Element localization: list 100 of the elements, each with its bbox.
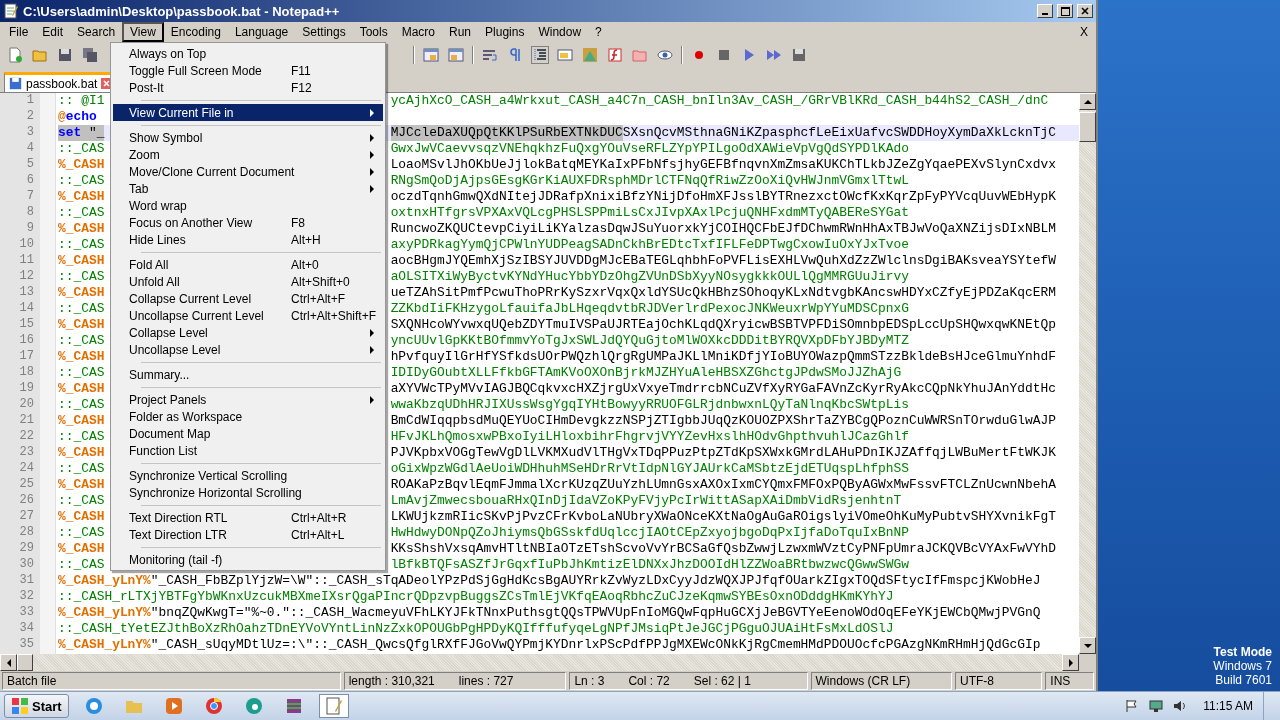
scrollbar-thumb[interactable] — [1079, 112, 1096, 142]
line-number: 20 — [18, 397, 35, 413]
menu-option[interactable]: Word wrap — [113, 197, 383, 214]
menu-item[interactable]: File — [2, 23, 36, 41]
close-document-button[interactable]: X — [1074, 25, 1094, 39]
menu-option[interactable]: Hide Lines Alt+H — [113, 231, 383, 248]
start-button[interactable]: Start — [4, 694, 69, 718]
menu-option[interactable]: Fold All Alt+0 — [113, 256, 383, 273]
scrollbar-thumb[interactable] — [17, 654, 33, 671]
scroll-down-button[interactable] — [1079, 637, 1096, 654]
eye-icon — [657, 47, 673, 63]
close-button[interactable] — [1077, 4, 1093, 18]
code-text: yncUUvlGpKKtBOfmmvYoTgJxSWLJdQYQuGjtoMlWOXkcDDDitBYRQVXpDFbYJBDyMTZ — [390, 333, 909, 349]
menu-item[interactable]: Settings — [295, 23, 353, 41]
code-text: %_CASH_yLnY% — [58, 573, 151, 589]
line-number: 10 — [18, 237, 35, 253]
menu-option[interactable]: Text Direction RTL Ctrl+Alt+R — [113, 509, 383, 526]
shortcut-text: Ctrl+Alt+F — [291, 291, 346, 306]
window-button[interactable] — [447, 46, 465, 64]
menu-option[interactable]: Tab — [113, 180, 383, 197]
menu-option[interactable]: Zoom — [113, 146, 383, 163]
code-text: ZZKbdIiFKHzygoLfauifaJbLHqeqdvtbRJDVerlrdPexocJNKWeuxrWpYYuMDSCpnxG — [390, 301, 909, 317]
line-number: 11 — [18, 253, 35, 269]
shortcut-text: F12 — [291, 80, 313, 95]
menu-item[interactable]: Search — [70, 23, 123, 41]
minimize-button[interactable] — [1037, 4, 1053, 18]
scroll-up-button[interactable] — [1079, 93, 1096, 110]
desktop-notice: Test Mode — [1213, 645, 1272, 659]
menu-item[interactable]: View — [122, 22, 164, 42]
menu-item[interactable]: ? — [588, 23, 609, 41]
menu-option[interactable]: Document Map — [113, 425, 383, 442]
floppy-button[interactable] — [790, 46, 808, 64]
menu-option[interactable]: Move/Clone Current Document — [113, 163, 383, 180]
menu-option[interactable]: Unfold All Alt+Shift+0 — [113, 273, 383, 290]
code-text: ::_CAS — [58, 237, 105, 253]
line-number: 8 — [25, 205, 35, 221]
code-text: SXQNHcoWYvwxqUQebZDYTmuIVSPaUJRTEajOchKLqdQXryicwBSBTVPFDiSOmnbpEDSpLccUpSHQwxqwKNEtQp — [390, 317, 1056, 333]
menu-item[interactable]: Window — [531, 23, 589, 41]
menu-item[interactable]: Run — [442, 23, 479, 41]
map-button[interactable] — [581, 46, 599, 64]
code-text: ::_CAS — [58, 461, 105, 477]
menu-option[interactable]: Synchronize Vertical Scrolling — [113, 467, 383, 484]
menu-item[interactable]: Tools — [352, 23, 395, 41]
menu-option[interactable]: Monitoring (tail -f) — [113, 551, 383, 568]
menu-option[interactable]: Always on Top — [113, 45, 383, 62]
new-file-button[interactable] — [6, 46, 24, 64]
code-text: axyPDRkagYymQjCPWlnYUDPeagSADnCkhBrEDtcTxfIFLFeDPTwgCxowIuOxYJxTvoe — [390, 237, 909, 253]
code-text: %_CASH_yLnY% — [58, 637, 151, 653]
map-icon — [582, 47, 598, 63]
menu-option[interactable]: View Current File in — [113, 104, 383, 121]
menu-option[interactable]: Uncollapse Level — [113, 341, 383, 358]
notepad-button[interactable] — [318, 694, 349, 718]
menu-option[interactable]: Text Direction LTR Ctrl+Alt+L — [113, 526, 383, 543]
menu-item[interactable]: Macro — [394, 23, 442, 41]
menu-option[interactable]: Focus on Another View F8 — [113, 214, 383, 231]
code-text: :: @I1 — [58, 93, 105, 109]
menu-item[interactable]: Language — [227, 23, 296, 41]
code-text: ::_CAS — [58, 493, 105, 509]
scroll-right-button[interactable] — [1062, 654, 1079, 671]
floppy-icon — [9, 77, 22, 90]
insert-mode: INS — [1050, 674, 1071, 688]
panel-button[interactable] — [556, 46, 574, 64]
menu-option[interactable]: Summary... — [113, 366, 383, 383]
indent-guide-button[interactable] — [531, 46, 549, 64]
menu-option[interactable]: Folder as Workspace — [113, 408, 383, 425]
line-number: 27 — [18, 509, 35, 525]
scroll-left-button[interactable] — [0, 654, 17, 671]
code-text: %_CASH — [58, 477, 105, 493]
code-text: %_CASH — [58, 157, 105, 173]
menu-option[interactable]: Project Panels — [113, 391, 383, 408]
menu-item[interactable]: Encoding — [163, 23, 228, 41]
shortcut-text: F11 — [291, 63, 312, 78]
line-number: 7 — [25, 189, 35, 205]
floppy-stack-button[interactable] — [81, 46, 99, 64]
code-text: %_CASH — [58, 349, 105, 365]
code-text: ::_CAS — [58, 301, 105, 317]
selection-info: Sel : 62 | 1 — [693, 674, 751, 688]
code-text: %_CASH — [58, 541, 105, 557]
menu-option[interactable]: Show Symbol — [113, 129, 383, 146]
speaker-icon — [1173, 699, 1188, 713]
floppy-button[interactable] — [56, 46, 74, 64]
menu-option[interactable]: Collapse Level — [113, 324, 383, 341]
menu-option[interactable]: Collapse Current Level Ctrl+Alt+F — [113, 290, 383, 307]
line-number: 1 — [25, 93, 35, 109]
maximize-button[interactable] — [1057, 4, 1073, 18]
menu-option[interactable]: Uncollapse Current Level Ctrl+Alt+Shift+F — [113, 307, 383, 324]
window-button[interactable] — [422, 46, 440, 64]
line-number: 34 — [18, 621, 35, 637]
function-button[interactable] — [606, 46, 624, 64]
code-text: ROAKaPzBqvlEqmFJmmalXcrKUzqZUuYzhLUmnGsxAXOxIxmCYQmxFMFOxPQByAGWxMwFssvFTCLZnUcwnNbehA — [390, 477, 1056, 493]
code-text: SXsnQcvMSthnaGNiKZpasphcfLeEixUafvcSWDDHoyXymDaXkLcknTjC — [622, 125, 1056, 141]
menu-option[interactable]: Function List — [113, 442, 383, 459]
code-text: GwxJwVCaevvsqzVNEhqkhzFuQxgYOuVseRFLZYpYPILgoOdXAWieVpVgQdSYPDlKAdo — [390, 141, 909, 157]
line-number: 9 — [25, 221, 35, 237]
menu-item[interactable]: Edit — [35, 23, 71, 41]
menu-option[interactable]: Synchronize Horizontal Scrolling — [113, 484, 383, 501]
line-number: 31 — [18, 573, 35, 589]
menu-item[interactable]: Plugins — [478, 23, 532, 41]
windows-logo-icon — [11, 697, 29, 715]
line-number: 3 — [25, 125, 35, 141]
